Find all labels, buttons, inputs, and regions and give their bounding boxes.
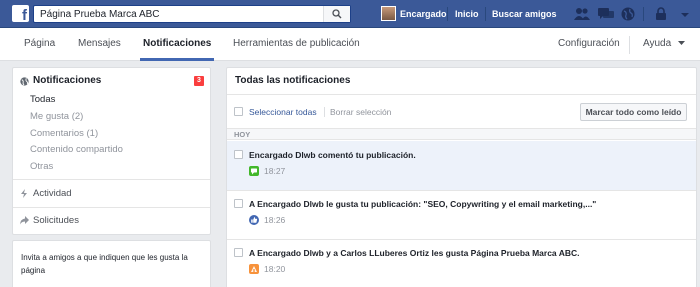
share-arrow-icon: [20, 216, 29, 225]
friend-requests-icon[interactable]: [574, 7, 590, 21]
search-button[interactable]: [323, 6, 350, 22]
divider: [324, 107, 325, 117]
account-menu-icon[interactable]: [680, 7, 690, 21]
sidebar-item-actividad[interactable]: Actividad: [33, 188, 72, 199]
sidebar-item-solicitudes[interactable]: Solicitudes: [33, 215, 79, 226]
sidebar-item-me-gusta[interactable]: Me gusta (2): [30, 111, 83, 122]
notifications-count-badge: 3: [194, 76, 204, 86]
search-input-value[interactable]: Página Prueba Marca ABC: [40, 9, 160, 20]
user-avatar[interactable]: [381, 6, 396, 21]
divider: [643, 7, 644, 21]
find-friends-link[interactable]: Buscar amigos: [492, 9, 557, 19]
active-tab-indicator: [140, 58, 214, 61]
like-icon: [249, 215, 259, 225]
mark-all-read-button[interactable]: Marcar todo como leído: [580, 103, 687, 121]
notification-text[interactable]: A Encargado Dlwb y a Carlos LLuberes Ort…: [249, 248, 580, 258]
select-all-link[interactable]: Seleccionar todas: [249, 107, 317, 117]
notification-item[interactable]: A Encargado Dlwb y a Carlos LLuberes Ort…: [227, 239, 696, 287]
sidebar-item-todas[interactable]: Todas: [30, 94, 55, 105]
activity-icon: [21, 189, 27, 198]
notification-text[interactable]: Encargado Dlwb comentó tu publicación.: [249, 150, 416, 160]
invite-friends-text[interactable]: Invita a amigos a que indiquen que les g…: [21, 251, 207, 277]
help-label[interactable]: Ayuda: [643, 38, 671, 49]
search-icon: [332, 9, 342, 19]
notifications-panel: Todas las notificaciones Seleccionar tod…: [226, 67, 697, 287]
facebook-logo-icon[interactable]: f: [12, 5, 29, 24]
tab-notificaciones[interactable]: Notificaciones: [143, 38, 211, 49]
date-group-label: HOY: [234, 130, 251, 139]
notification-checkbox[interactable]: [234, 199, 243, 208]
notification-time: 18:20: [264, 264, 286, 274]
home-link[interactable]: Inicio: [455, 9, 479, 19]
sidebar-title[interactable]: Notificaciones: [33, 75, 101, 86]
sidebar-item-comentarios[interactable]: Comentarios (1): [30, 128, 98, 139]
notifications-sidebar: Notificaciones 3 Todas Me gusta (2) Come…: [12, 67, 211, 235]
notification-item[interactable]: Encargado Dlwb comentó tu publicación. 1…: [227, 141, 696, 191]
date-group-header: HOY: [227, 128, 696, 140]
notification-time: 18:26: [264, 215, 286, 225]
notification-checkbox[interactable]: [234, 150, 243, 159]
tab-herramientas-de-publicacion[interactable]: Herramientas de publicación: [233, 38, 360, 49]
profile-link[interactable]: Encargado: [400, 9, 447, 19]
notification-item[interactable]: A Encargado Dlwb le gusta tu publicación…: [227, 190, 696, 240]
notification-time: 18:27: [264, 166, 286, 176]
invite-friends-card: Invita a amigos a que indiquen que les g…: [12, 240, 211, 287]
page-like-icon: [249, 264, 259, 274]
help-menu[interactable]: Ayuda: [643, 38, 685, 49]
sidebar-item-contenido-compartido[interactable]: Contenido compartido: [30, 144, 123, 155]
tab-pagina[interactable]: Página: [24, 38, 55, 49]
divider: [13, 179, 210, 180]
divider: [13, 207, 210, 208]
tab-mensajes[interactable]: Mensajes: [78, 38, 121, 49]
notification-text[interactable]: A Encargado Dlwb le gusta tu publicación…: [249, 199, 596, 209]
divider: [629, 36, 630, 54]
notifications-globe-icon[interactable]: [621, 7, 635, 21]
clear-selection-link[interactable]: Borrar selección: [330, 107, 391, 117]
chevron-down-icon: [677, 41, 685, 45]
search-input[interactable]: Página Prueba Marca ABC: [33, 5, 351, 23]
messages-icon[interactable]: [598, 7, 614, 21]
globe-icon: [20, 77, 29, 86]
settings-link[interactable]: Configuración: [558, 38, 620, 49]
panel-title: Todas las notificaciones: [235, 75, 351, 86]
notification-checkbox[interactable]: [234, 248, 243, 257]
comment-icon: [249, 166, 259, 176]
divider: [447, 7, 448, 21]
select-all-checkbox[interactable]: [234, 107, 243, 116]
divider: [227, 94, 696, 95]
top-navigation-bar: f Página Prueba Marca ABC Encargado Inic…: [0, 0, 700, 28]
page-tabs-bar: Página Mensajes Notificaciones Herramien…: [0, 28, 700, 61]
divider: [485, 7, 486, 21]
sidebar-item-otras[interactable]: Otras: [30, 161, 53, 172]
privacy-shortcuts-icon[interactable]: [655, 7, 667, 21]
